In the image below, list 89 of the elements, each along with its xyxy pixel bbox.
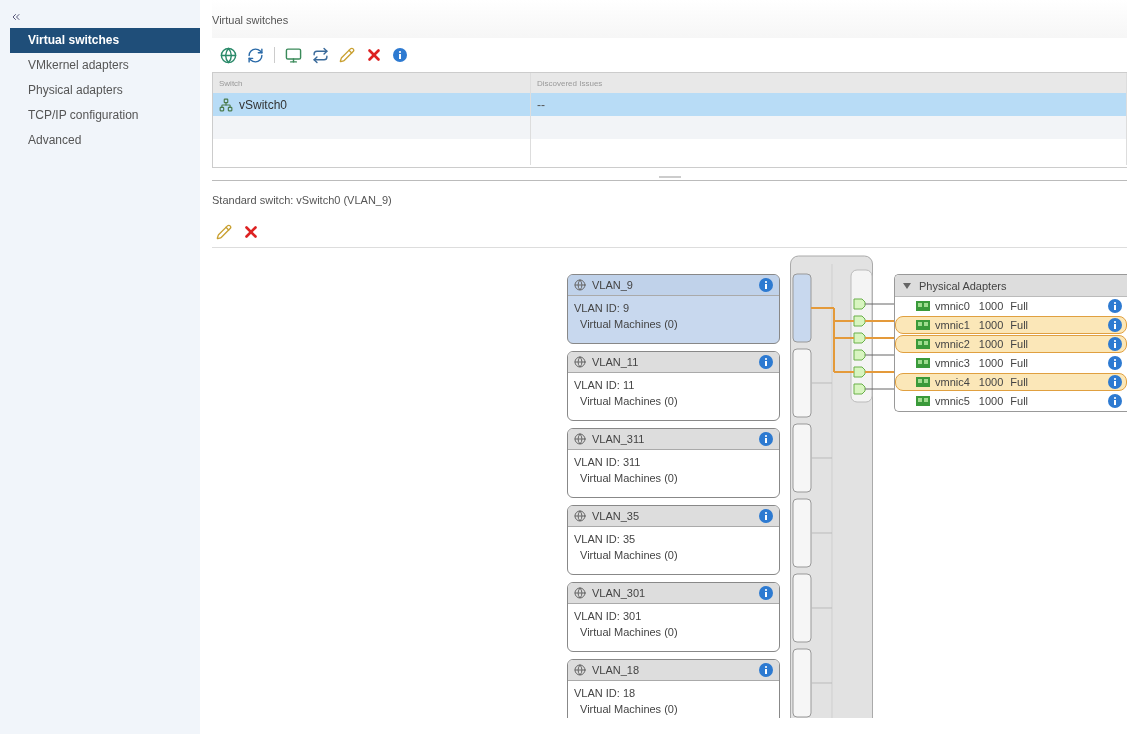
vlan-id: VLAN ID: 9	[574, 302, 631, 314]
adapter-speed: 1000	[977, 357, 1004, 369]
virtual-machines-link[interactable]: Virtual Machines (0)	[574, 703, 779, 715]
port-group-icon	[574, 433, 586, 445]
edit-icon[interactable]	[216, 224, 232, 240]
adapter-duplex: Full	[1009, 300, 1029, 312]
adapter-name: vmnic1	[935, 319, 970, 331]
port-group-card[interactable]: VLAN_9 VLAN ID: 9 Virtual Machines (0)	[567, 274, 780, 344]
info-icon[interactable]	[759, 663, 773, 677]
network-card-icon	[916, 358, 930, 368]
port-group-card[interactable]: VLAN_11 VLAN ID: 11 Virtual Machines (0)	[567, 351, 780, 421]
delete-icon[interactable]	[365, 46, 383, 64]
port-group-card[interactable]: VLAN_301 VLAN ID: 301 Virtual Machines (0)	[567, 582, 780, 652]
adapter-speed: 1000	[977, 338, 1004, 350]
info-icon[interactable]	[1108, 299, 1122, 313]
port-group-icon	[574, 664, 586, 676]
info-icon[interactable]	[759, 509, 773, 523]
virtual-machines-link[interactable]: Virtual Machines (0)	[574, 549, 779, 561]
info-icon[interactable]	[759, 432, 773, 446]
sidebar-item[interactable]: Advanced	[10, 128, 200, 153]
port-group-name: VLAN_311	[592, 433, 645, 445]
port-group-name: VLAN_35	[592, 510, 640, 522]
info-icon[interactable]	[1108, 318, 1122, 332]
info-icon[interactable]	[1108, 375, 1122, 389]
adapter-duplex: Full	[1009, 338, 1029, 350]
refresh-network-icon[interactable]	[247, 46, 264, 64]
port-group-icon	[574, 356, 586, 368]
virtual-machines-link[interactable]: Virtual Machines (0)	[574, 395, 779, 407]
adapter-row[interactable]: vmnic2 1000 Full	[895, 335, 1127, 353]
table-cell: --	[537, 97, 545, 112]
table-cell: vSwitch0	[239, 97, 288, 112]
adapter-row[interactable]: vmnic1 1000 Full	[895, 316, 1127, 334]
adapter-speed: 1000	[977, 319, 1004, 331]
section-title: Standard switch: vSwitch0 (VLAN_9)	[212, 193, 393, 208]
adapter-name: vmnic0	[935, 300, 970, 312]
adapter-name: vmnic3	[935, 357, 970, 369]
port-group-icon	[574, 587, 586, 599]
adapter-duplex: Full	[1009, 357, 1029, 369]
table-row[interactable]: vSwitch0 --	[213, 93, 1127, 116]
network-card-icon	[916, 301, 930, 311]
port-group-card[interactable]: VLAN_18 VLAN ID: 18 Virtual Machines (0)	[567, 659, 780, 718]
port-group-name: VLAN_18	[592, 664, 640, 676]
network-card-icon	[916, 339, 930, 349]
virtual-machines-link[interactable]: Virtual Machines (0)	[574, 626, 779, 638]
switch-icon	[219, 97, 233, 112]
sidebar-item[interactable]: Physical adapters	[10, 78, 200, 103]
virtual-machines-link[interactable]: Virtual Machines (0)	[574, 318, 779, 330]
sidebar-item[interactable]: TCP/IP configuration	[10, 103, 200, 128]
migrate-icon[interactable]	[312, 46, 329, 64]
vlan-id: VLAN ID: 301	[574, 610, 643, 622]
port-group-icon	[574, 279, 586, 291]
virtual-machines-link[interactable]: Virtual Machines (0)	[574, 472, 779, 484]
adapter-duplex: Full	[1009, 319, 1029, 331]
port-group-name: VLAN_301	[592, 587, 646, 599]
port-group-name: VLAN_11	[592, 356, 639, 368]
info-icon[interactable]	[1108, 394, 1122, 408]
info-icon[interactable]	[759, 586, 773, 600]
network-card-icon	[916, 320, 930, 330]
port-group-card[interactable]: VLAN_35 VLAN ID: 35 Virtual Machines (0)	[567, 505, 780, 575]
vlan-id: VLAN ID: 35	[574, 533, 637, 545]
adapter-name: vmnic2	[935, 338, 970, 350]
adapter-duplex: Full	[1009, 376, 1029, 388]
collapse-icon[interactable]	[10, 11, 22, 23]
panel-title: Physical Adapters	[919, 279, 1007, 292]
adapter-speed: 1000	[977, 395, 1004, 407]
port-group-card[interactable]: VLAN_311 VLAN ID: 311 Virtual Machines (0)	[567, 428, 780, 498]
adapter-speed: 1000	[977, 376, 1004, 388]
port-group-icon	[574, 510, 586, 522]
vlan-id: VLAN ID: 311	[574, 456, 642, 468]
vlan-id: VLAN ID: 11	[574, 379, 636, 391]
info-icon[interactable]	[1108, 356, 1122, 370]
sidebar-item[interactable]: VMkernel adapters	[10, 53, 200, 78]
info-icon[interactable]	[759, 355, 773, 369]
vlan-id: VLAN ID: 18	[574, 687, 637, 699]
info-icon[interactable]	[759, 278, 773, 292]
info-icon[interactable]	[1108, 337, 1122, 351]
adapter-duplex: Full	[1009, 395, 1029, 407]
delete-icon[interactable]	[242, 223, 260, 241]
info-icon[interactable]	[393, 48, 407, 62]
sidebar-item[interactable]: Virtual switches	[10, 28, 200, 53]
network-card-icon	[916, 396, 930, 406]
adapter-name: vmnic5	[935, 395, 970, 407]
expand-icon[interactable]	[903, 282, 911, 289]
port-group-name: VLAN_9	[592, 279, 633, 291]
network-card-icon	[916, 377, 930, 387]
adapter-name: vmnic4	[935, 376, 970, 388]
edit-icon[interactable]	[339, 47, 355, 63]
adapter-speed: 1000	[977, 300, 1004, 312]
adapter-row[interactable]: vmnic4 1000 Full	[895, 373, 1127, 391]
